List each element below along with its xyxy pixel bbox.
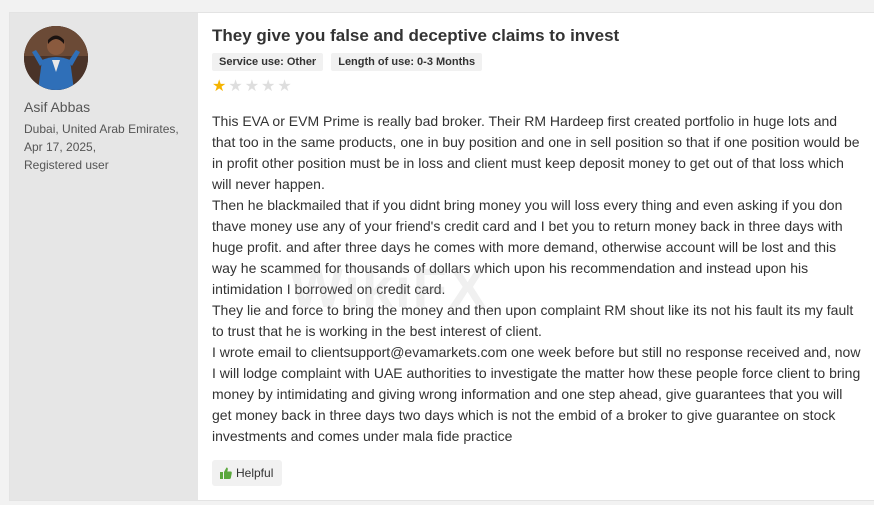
star-empty-icon: ★ xyxy=(228,78,243,95)
reviewer-location: Dubai, United Arab Emirates, xyxy=(24,122,179,136)
review-card: Asif Abbas Dubai, United Arab Emirates, … xyxy=(9,12,874,501)
star-filled-icon: ★ xyxy=(212,78,227,95)
reviewer-status: Registered user xyxy=(24,158,109,172)
avatar[interactable] xyxy=(24,26,88,90)
review-paragraph: I wrote email to clientsupport@evamarket… xyxy=(212,344,861,444)
star-rating: ★ ★ ★ ★ ★ xyxy=(212,79,292,95)
tag-length-of-use: Length of use: 0-3 Months xyxy=(331,53,483,71)
star-empty-icon: ★ xyxy=(261,78,276,95)
avatar-image xyxy=(24,26,88,90)
helpful-label: Helpful xyxy=(236,466,274,480)
star-empty-icon: ★ xyxy=(244,78,260,95)
review-content: They give you false and deceptive claims… xyxy=(212,13,874,500)
reviewer-name[interactable]: Asif Abbas xyxy=(24,99,90,115)
tag-service-use: Service use: Other xyxy=(212,53,324,71)
review-title: They give you false and deceptive claims… xyxy=(212,26,620,45)
review-tags: Service use: Other Length of use: 0-3 Mo… xyxy=(212,53,483,71)
review-paragraph: Then he blackmailed that if you didnt br… xyxy=(212,197,843,297)
thumbs-up-icon xyxy=(220,467,232,479)
review-date: Apr 17, 2025, xyxy=(24,140,97,154)
reviewer-sidebar: Asif Abbas Dubai, United Arab Emirates, … xyxy=(10,13,198,500)
helpful-button[interactable]: Helpful xyxy=(212,460,283,486)
review-paragraph: This EVA or EVM Prime is really bad brok… xyxy=(212,113,860,192)
star-empty-icon: ★ xyxy=(277,78,292,95)
review-paragraph: They lie and force to bring the money an… xyxy=(212,302,854,339)
review-body: This EVA or EVM Prime is really bad brok… xyxy=(212,111,864,447)
reviewer-meta: Dubai, United Arab Emirates, Apr 17, 202… xyxy=(24,120,196,174)
